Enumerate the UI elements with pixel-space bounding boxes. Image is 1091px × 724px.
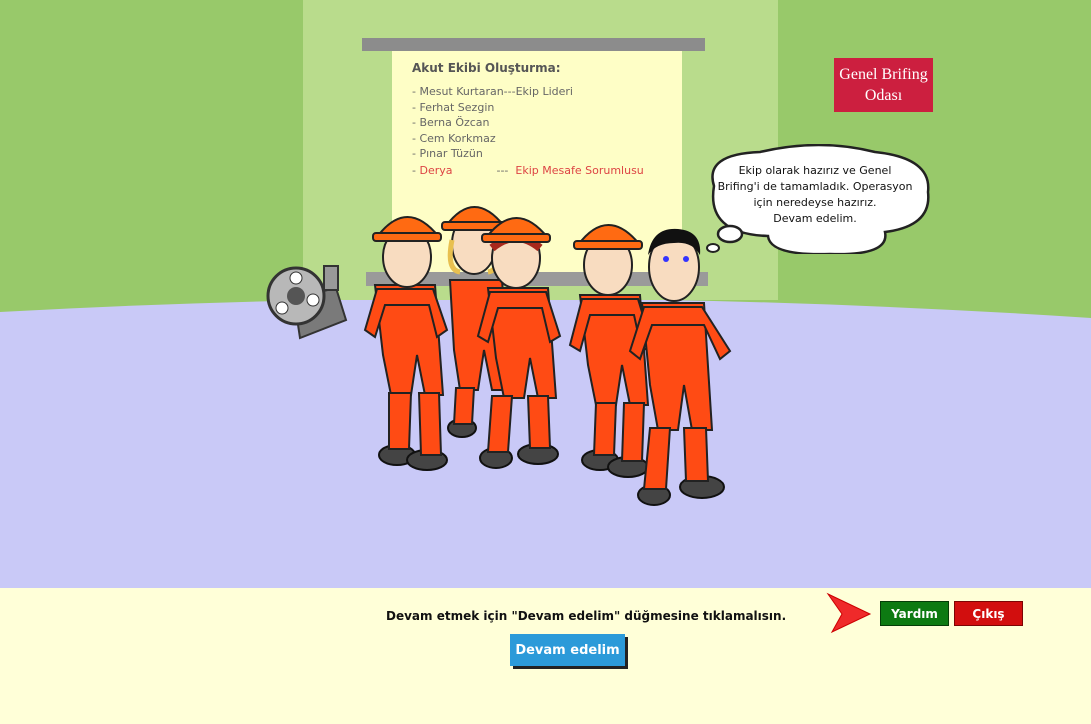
exit-button[interactable]: Çıkış (954, 601, 1023, 626)
rescue-team-characters (363, 206, 732, 506)
help-button[interactable]: Yardım (880, 601, 949, 626)
red-arrow-icon (826, 592, 872, 634)
rescuer-1 (363, 216, 449, 471)
continue-button[interactable]: Devam edelim (510, 634, 625, 666)
briefing-room-scene: Akut Ekibi Oluşturma: - Mesut Kurtaran--… (0, 0, 1091, 588)
instruction-text: Devam etmek için "Devam edelim" düğmesin… (386, 609, 787, 623)
